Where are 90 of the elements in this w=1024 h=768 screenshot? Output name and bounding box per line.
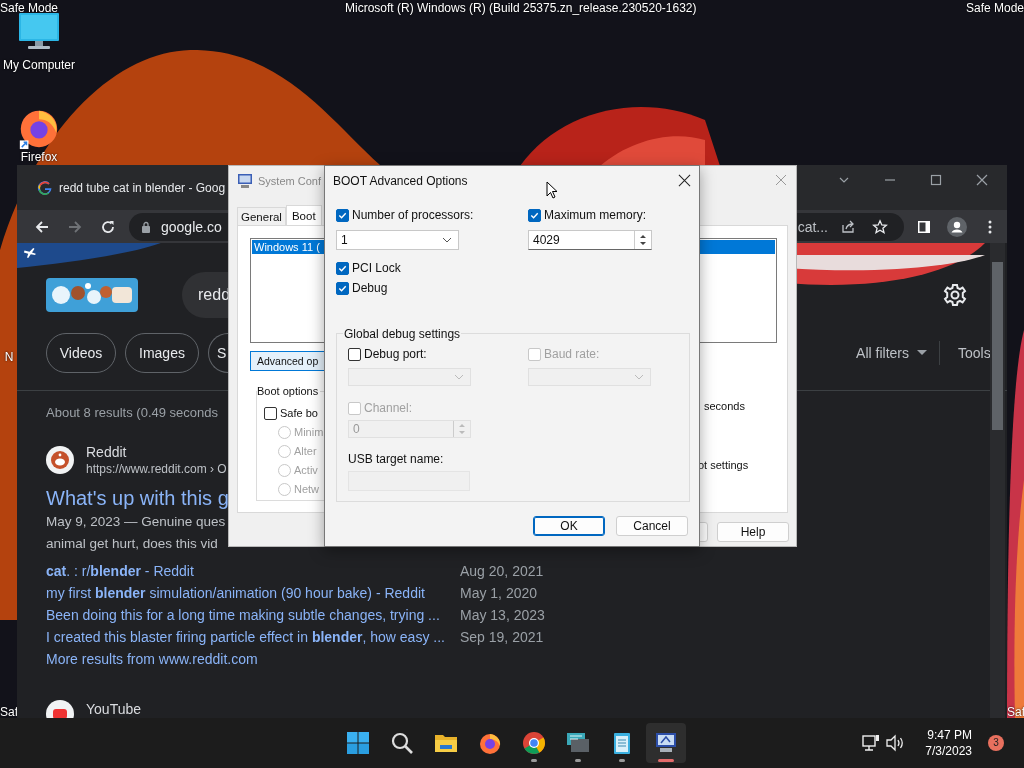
checkbox-label: Maximum memory: bbox=[544, 208, 646, 222]
share-icon[interactable] bbox=[840, 218, 856, 235]
monitor-icon bbox=[654, 731, 678, 755]
result-snippet: May 9, 2023 — Genuine ques bbox=[46, 513, 226, 531]
desktop-label: Safe Mode bbox=[965, 1, 1024, 15]
clock[interactable]: 9:47 PM 7/3/2023 bbox=[925, 727, 972, 759]
checkbox-label: Debug port: bbox=[364, 347, 427, 361]
result-url[interactable]: https://www.reddit.com › O bbox=[86, 461, 227, 477]
result-link[interactable]: I created this blaster firing particle effect in blender, how easy ... bbox=[46, 626, 460, 648]
radio-label: Minim bbox=[294, 425, 324, 439]
tab[interactable]: General bbox=[237, 207, 286, 225]
side-panel-icon bbox=[916, 218, 932, 235]
monitor-icon[interactable] bbox=[18, 12, 60, 52]
group-label: Boot options bbox=[257, 384, 321, 398]
result-link[interactable]: Been doing this for a long time making subtle changes, trying ... bbox=[46, 604, 460, 626]
reload-icon bbox=[100, 218, 116, 235]
checkbox[interactable] bbox=[336, 281, 349, 295]
desktop-label: Saf bbox=[0, 705, 18, 719]
result-date: Aug 20, 2021 bbox=[460, 562, 544, 581]
site-name: YouTube bbox=[86, 700, 141, 718]
firefox-icon bbox=[478, 731, 502, 755]
result-date: May 1, 2020 bbox=[460, 584, 538, 603]
network-icon[interactable] bbox=[861, 733, 882, 753]
field-label: USB target name: bbox=[348, 452, 445, 466]
tab-title[interactable]: redd tube cat in blender - Goog bbox=[59, 180, 226, 195]
reddit-icon bbox=[46, 446, 74, 474]
help-button[interactable]: Help bbox=[717, 522, 789, 542]
spin-arrows-icon bbox=[457, 421, 467, 437]
forward-arrow-icon bbox=[67, 218, 83, 235]
dialog-button[interactable]: Cancel bbox=[616, 516, 688, 536]
desktop-label: Safe Mode bbox=[0, 1, 59, 15]
checkbox[interactable] bbox=[264, 406, 277, 420]
chevron-down-icon bbox=[634, 374, 644, 380]
icon-label[interactable]: My Computer bbox=[3, 58, 75, 72]
checkbox[interactable] bbox=[336, 261, 349, 275]
checkbox-label: Debug bbox=[352, 281, 388, 295]
close-icon bbox=[775, 174, 787, 186]
more-results-link[interactable]: More results from www.reddit.com bbox=[46, 648, 258, 670]
result-date: May 13, 2023 bbox=[460, 606, 545, 625]
timeout-unit: seconds bbox=[704, 400, 745, 412]
radio-label: Netw bbox=[294, 482, 320, 496]
processor-count-dropdown[interactable]: 1 bbox=[336, 230, 459, 250]
spin-arrows-icon bbox=[638, 232, 648, 248]
settings-icon[interactable] bbox=[943, 283, 967, 307]
maximize-icon bbox=[930, 174, 942, 186]
desktop-label: Microsoft (R) Windows (R) (Build 25375.zn_release.230520-1632) bbox=[345, 1, 697, 15]
all-filters-button[interactable]: All filters bbox=[856, 341, 940, 365]
checkbox[interactable] bbox=[336, 208, 349, 222]
google-icon bbox=[37, 179, 53, 196]
checkbox[interactable] bbox=[528, 208, 541, 222]
result-snippet: animal get hurt, does this vid bbox=[46, 535, 218, 553]
close-icon bbox=[677, 173, 691, 187]
lock-icon bbox=[141, 220, 151, 233]
checkbox-label: Number of processors: bbox=[352, 208, 474, 222]
chevron-down-icon bbox=[442, 237, 452, 243]
group-label: Global debug settings bbox=[343, 327, 462, 341]
memory-spinner[interactable]: 4029 bbox=[528, 230, 652, 250]
checkbox[interactable] bbox=[348, 347, 361, 361]
window-title: System Conf bbox=[258, 175, 321, 187]
scrollbar[interactable] bbox=[990, 243, 1005, 718]
result-date: Sep 19, 2021 bbox=[460, 628, 544, 647]
caret-icon bbox=[917, 350, 927, 356]
msconfig-icon bbox=[237, 173, 253, 189]
dialog-title: BOOT Advanced Options bbox=[333, 173, 468, 188]
checkbox-label: Baud rate: bbox=[544, 347, 600, 361]
volume-icon[interactable] bbox=[885, 733, 906, 753]
checkbox-label: Channel: bbox=[364, 401, 413, 415]
taskbar-button[interactable] bbox=[646, 723, 686, 763]
back-arrow-icon bbox=[34, 218, 50, 235]
checkbox-label: Safe bo bbox=[280, 406, 318, 420]
icon-label[interactable]: N bbox=[4, 350, 14, 364]
cursor-icon bbox=[546, 181, 558, 199]
star-icon[interactable] bbox=[872, 218, 888, 235]
dialog-button[interactable]: OK bbox=[533, 516, 605, 536]
profile-icon bbox=[947, 216, 967, 237]
tab[interactable]: Boot bbox=[285, 205, 322, 225]
radio-label: Activ bbox=[294, 463, 318, 477]
tools-button[interactable]: Tools bbox=[940, 345, 990, 361]
remote-desktop-icon bbox=[566, 731, 590, 755]
chrome-icon bbox=[522, 731, 546, 755]
radio-label: Alter bbox=[294, 444, 317, 458]
result-link[interactable]: my first blender simulation/animation (90 hour bake) - Reddit bbox=[46, 582, 460, 604]
chevron-down-icon bbox=[454, 374, 464, 380]
notification-badge[interactable]: 3 bbox=[988, 735, 1004, 751]
site-name: Reddit bbox=[86, 443, 128, 461]
checkbox-label: PCI Lock bbox=[352, 261, 401, 275]
result-link[interactable]: cat. : r/blender - Reddit bbox=[46, 560, 460, 582]
start-icon bbox=[346, 731, 370, 755]
search-icon bbox=[390, 731, 414, 755]
close-icon bbox=[976, 174, 988, 186]
